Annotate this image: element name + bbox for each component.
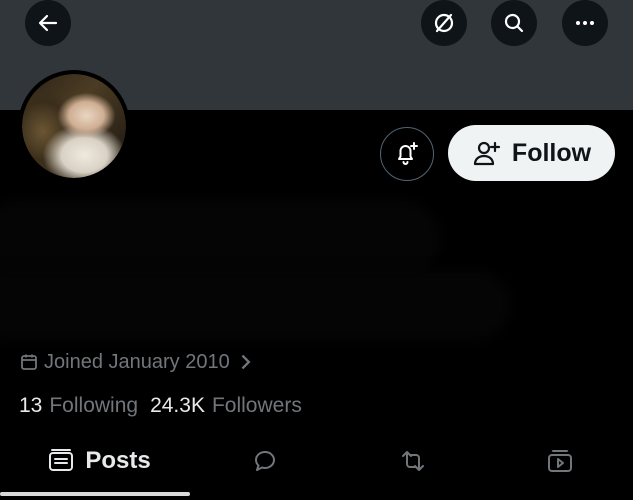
media-play-icon xyxy=(548,450,572,472)
chevron-right-icon xyxy=(241,354,251,370)
redacted-area xyxy=(0,270,510,340)
notifications-button[interactable] xyxy=(380,127,434,181)
arrow-left-icon xyxy=(38,14,58,32)
more-horizontal-icon xyxy=(576,21,594,25)
search-icon xyxy=(504,13,524,33)
grok-button[interactable] xyxy=(421,0,467,46)
followers-link[interactable]: 24.3K Followers xyxy=(150,394,302,418)
search-button[interactable] xyxy=(491,0,537,46)
follow-button-label: Follow xyxy=(511,138,592,167)
active-tab-indicator xyxy=(0,492,190,496)
tab-media[interactable] xyxy=(542,436,578,486)
posts-icon xyxy=(49,449,74,471)
person-plus-icon xyxy=(473,141,501,166)
avatar[interactable] xyxy=(18,70,130,182)
back-button[interactable] xyxy=(25,0,71,46)
bell-plus-icon xyxy=(398,142,418,165)
following-count: 13 xyxy=(19,394,43,417)
avatar-image xyxy=(22,74,126,178)
tab-label: Posts xyxy=(85,447,151,474)
more-button[interactable] xyxy=(562,0,608,46)
followers-count: 24.3K xyxy=(150,394,205,417)
joined-text: Joined January 2010 xyxy=(44,350,230,373)
repost-icon xyxy=(402,451,424,471)
tab-reposts[interactable] xyxy=(395,436,431,486)
redacted-area xyxy=(0,200,440,280)
grok-icon xyxy=(434,13,454,33)
following-link[interactable]: 13 Following xyxy=(19,394,138,418)
profile-tabs: Posts xyxy=(0,436,633,492)
joined-date[interactable]: Joined January 2010 xyxy=(20,348,254,376)
tab-replies[interactable] xyxy=(247,436,283,486)
calendar-icon xyxy=(21,354,37,370)
follow-button[interactable]: Follow xyxy=(448,125,615,181)
reply-bubble-icon xyxy=(254,450,275,471)
following-label: Following xyxy=(49,394,139,417)
followers-label: Followers xyxy=(211,394,302,417)
tab-posts[interactable]: Posts xyxy=(44,436,154,486)
follow-stats: 13 Following 24.3K Followers xyxy=(19,394,314,418)
